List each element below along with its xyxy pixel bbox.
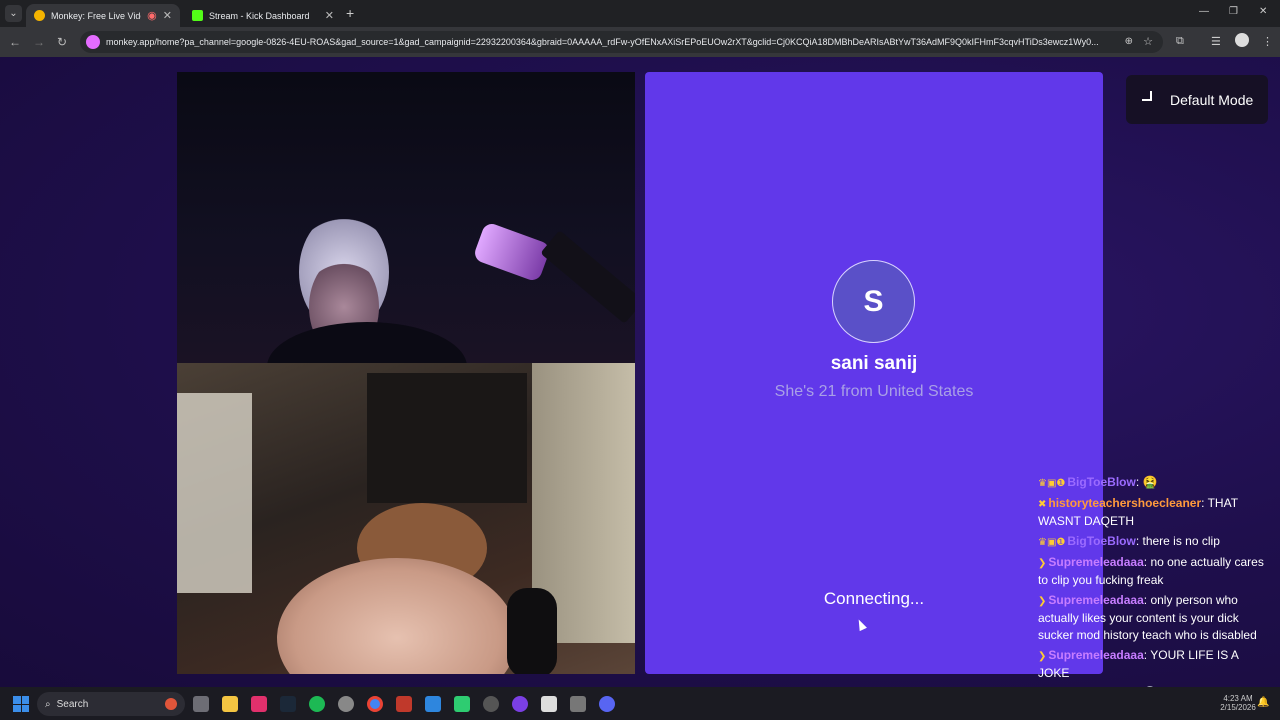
- mail-icon[interactable]: [425, 696, 441, 712]
- chat-message: ❯ Supremeleadaaa: only person who actuall…: [1035, 591, 1275, 645]
- body-shadow: [267, 322, 467, 363]
- restore-icon[interactable]: ❐: [1229, 6, 1238, 17]
- stranger-video-feed: [177, 72, 635, 363]
- chat-badges-icon: ✖: [1038, 499, 1047, 510]
- app-icon[interactable]: [512, 696, 528, 712]
- zoom-icon[interactable]: ⊕: [1125, 36, 1133, 47]
- instagram-icon[interactable]: [251, 696, 267, 712]
- chat-username[interactable]: BigToeBlow: [1067, 534, 1135, 548]
- person-body: [277, 558, 517, 674]
- reload-icon[interactable]: ↻: [57, 35, 67, 49]
- app-icon[interactable]: [483, 696, 499, 712]
- tab-title: Stream - Kick Dashboard: [209, 10, 310, 21]
- chat-text: : there is no clip: [1135, 534, 1220, 548]
- menu-icon[interactable]: ⋮: [1262, 35, 1273, 48]
- match-name: sani sanij: [830, 353, 918, 374]
- chat-message: ✖ historyteachershoecleaner: THAT WASNT D…: [1035, 494, 1275, 531]
- spotify-icon[interactable]: [309, 696, 325, 712]
- tab-monkey[interactable]: Monkey: Free Live Video Ch ◉ ✕: [26, 4, 180, 27]
- chat-message: ♛▣❶ BigToeBlow: there is no clip: [1035, 532, 1275, 552]
- default-mode-button[interactable]: Default Mode: [1126, 75, 1268, 124]
- tab-search-button[interactable]: ⌄: [5, 5, 22, 22]
- default-mode-label: Default Mode: [1170, 91, 1254, 108]
- chat-message: ❯ Supremeleadaaa: no one actually cares t…: [1035, 553, 1275, 590]
- chat-badges-icon: ❯: [1038, 558, 1047, 569]
- kick-favicon-icon: [192, 10, 203, 21]
- chat-username[interactable]: Supremeleadaaa: [1048, 593, 1143, 607]
- microphone: [507, 588, 557, 674]
- chat-badges-icon: ♛▣❶: [1038, 537, 1066, 548]
- stream-chat-overlay: ♛▣❶ BigToeBlow: 🤮 ✖ historyteachershoeclean…: [1035, 473, 1275, 720]
- app-icon[interactable]: [541, 696, 557, 712]
- url-text[interactable]: monkey.app/home?pa_channel=google-0826-4…: [106, 37, 1111, 47]
- monkey-favicon-icon: [34, 10, 45, 21]
- file-explorer-icon[interactable]: [222, 696, 238, 712]
- match-subtitle: She's 21 from United States: [774, 383, 974, 400]
- tab-title: Monkey: Free Live Video Ch: [51, 10, 141, 21]
- chat-username[interactable]: BigToeBlow: [1067, 475, 1135, 489]
- chat-badges-icon: ❯: [1038, 596, 1047, 607]
- chat-username[interactable]: Supremeleadaaa: [1048, 648, 1143, 662]
- tab-close-icon[interactable]: ✕: [163, 9, 172, 22]
- address-toolbar: ← → ↻ monkey.app/home?pa_channel=google-…: [0, 27, 1280, 57]
- close-window-icon[interactable]: ✕: [1259, 6, 1267, 17]
- start-button[interactable]: [13, 696, 29, 712]
- chat-badges-icon: ❯: [1038, 651, 1047, 662]
- forward-icon[interactable]: →: [33, 35, 45, 49]
- chat-badges-icon: ♛▣❶: [1038, 478, 1066, 489]
- settings-icon[interactable]: [570, 696, 586, 712]
- minimize-arrows-icon: [1142, 90, 1160, 109]
- record-icon: ◉: [147, 10, 157, 22]
- profile-avatar[interactable]: [1235, 33, 1249, 47]
- site-info-icon[interactable]: [86, 35, 100, 49]
- app-icon[interactable]: [454, 696, 470, 712]
- foam-panel: [367, 373, 527, 503]
- extensions-icon[interactable]: ⧉: [1176, 35, 1184, 48]
- task-view-icon[interactable]: [193, 696, 209, 712]
- taskbar-search[interactable]: ⌕ Search: [37, 692, 185, 716]
- back-icon[interactable]: ←: [9, 35, 21, 49]
- address-bar[interactable]: monkey.app/home?pa_channel=google-0826-4…: [80, 31, 1163, 53]
- chrome-icon[interactable]: [367, 696, 383, 712]
- search-label: Search: [56, 698, 89, 710]
- chat-message: ❯ Supremeleadaaa: YOUR LIFE IS A JOKE: [1035, 646, 1275, 683]
- app-icon[interactable]: [338, 696, 354, 712]
- notification-icon[interactable]: 🔔: [1257, 697, 1269, 708]
- app-icon[interactable]: [396, 696, 412, 712]
- chat-username[interactable]: historyteachershoecleaner: [1048, 496, 1201, 510]
- shelf: [177, 393, 252, 593]
- discord-icon[interactable]: [599, 696, 615, 712]
- tab-close-icon[interactable]: ✕: [325, 9, 334, 22]
- match-avatar: S: [832, 260, 915, 343]
- browser-titlebar: ⌄ Monkey: Free Live Video Ch ◉ ✕ Stream …: [0, 0, 1280, 27]
- media-icon[interactable]: ☰: [1211, 35, 1221, 48]
- search-highlight-icon: [165, 698, 177, 710]
- new-tab-button[interactable]: +: [346, 5, 354, 21]
- microphone: [472, 221, 552, 283]
- steam-icon[interactable]: [280, 696, 296, 712]
- taskbar: ⌕ Search 4:23 AM 2/15/2026 🔔: [0, 687, 1280, 720]
- bookmark-star-icon[interactable]: ☆: [1143, 35, 1153, 48]
- tab-kick-dashboard[interactable]: Stream - Kick Dashboard ✕: [184, 4, 342, 27]
- chat-message: ♛▣❶ BigToeBlow: 🤮: [1035, 473, 1275, 493]
- chat-text: : 🤮: [1135, 475, 1158, 489]
- mic-arm: [540, 230, 635, 324]
- self-video-feed: [177, 363, 635, 674]
- search-icon: ⌕: [45, 698, 51, 710]
- chat-username[interactable]: Supremeleadaaa: [1048, 555, 1143, 569]
- minimize-icon[interactable]: —: [1199, 6, 1209, 17]
